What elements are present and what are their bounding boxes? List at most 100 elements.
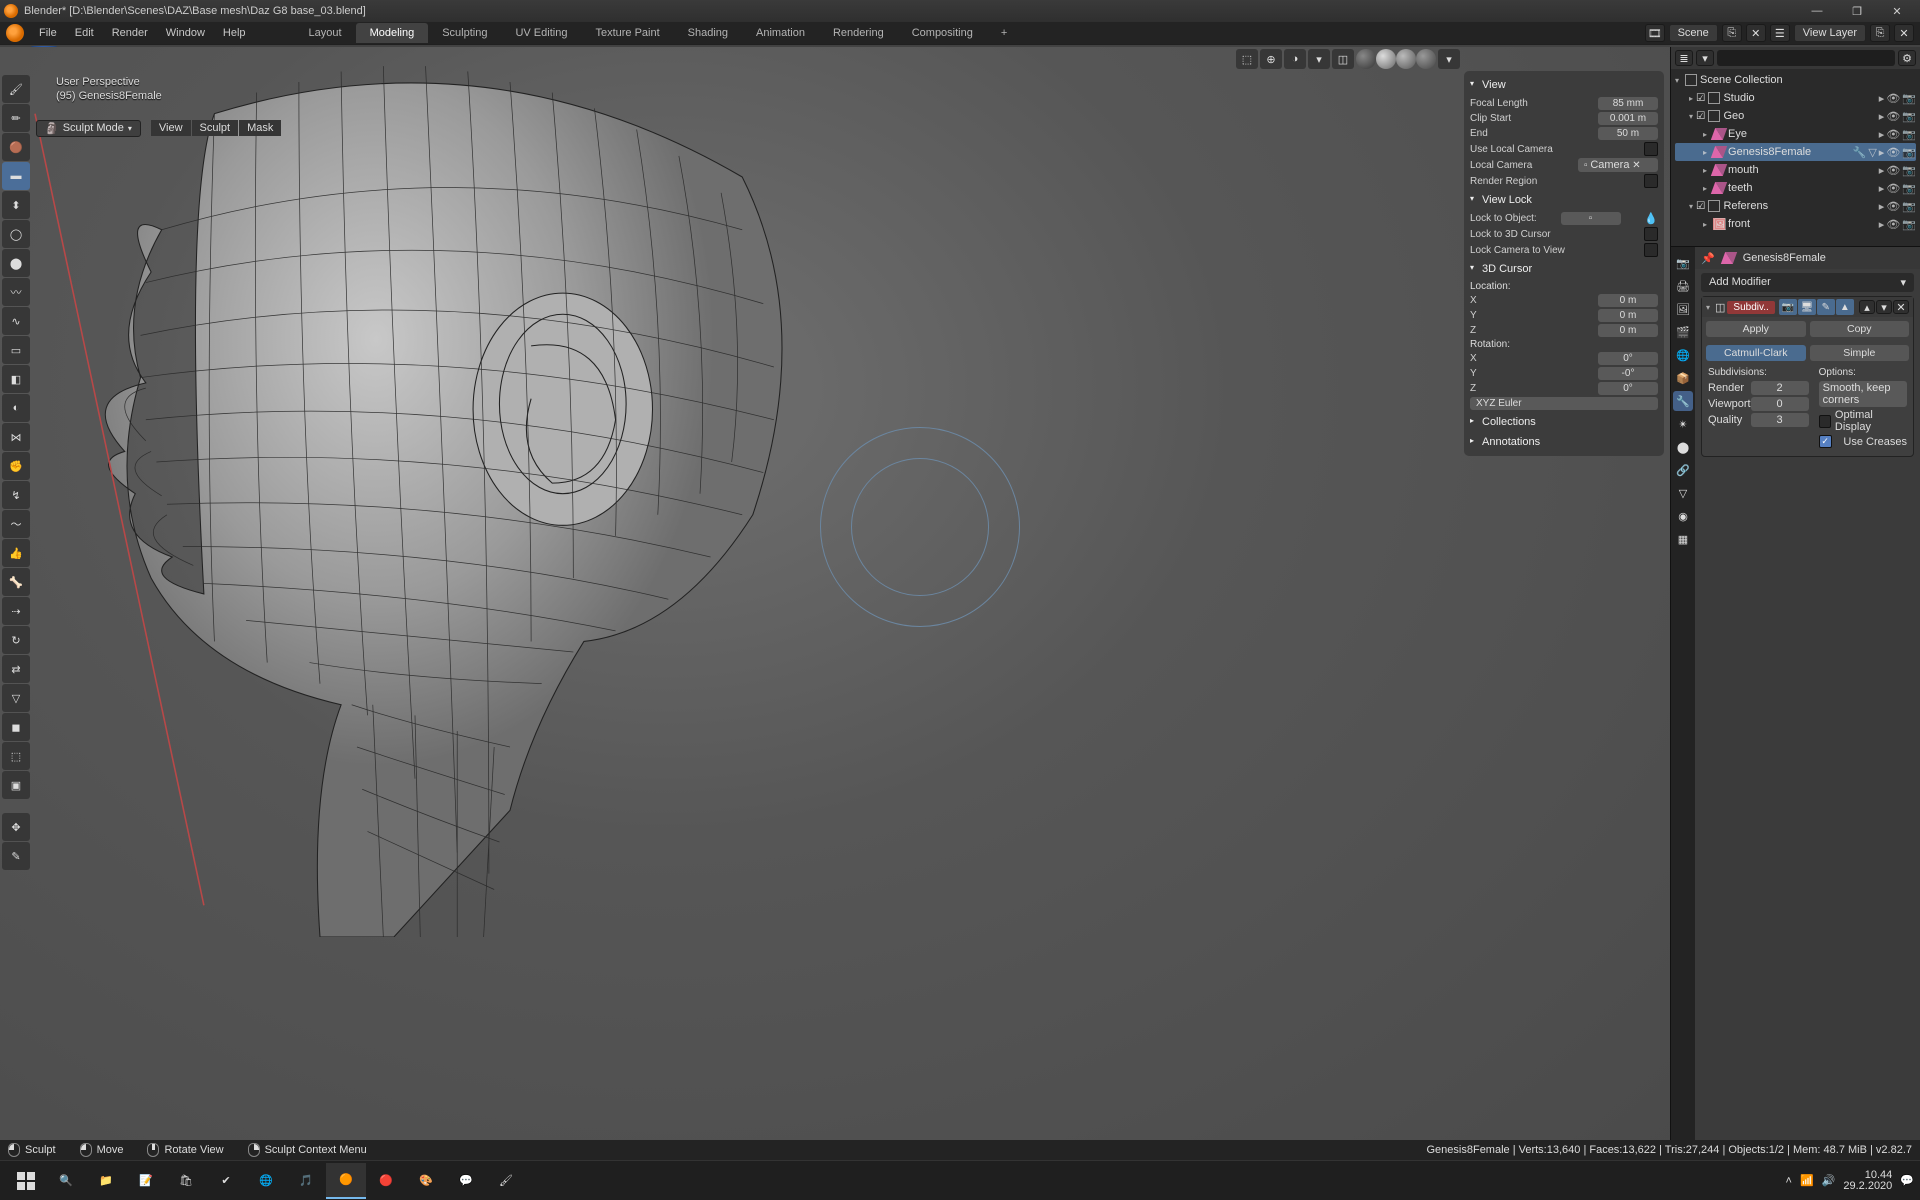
material-tab[interactable]: ◉ [1673, 506, 1693, 526]
pose-tool[interactable]: 🦴 [2, 568, 30, 596]
collections-header[interactable]: Collections [1470, 412, 1658, 432]
outliner[interactable]: ≣ ▾ ⚙ Scene Collection ☑ Studio▸👁📷 ☑ Geo… [1671, 47, 1920, 247]
volume-icon[interactable]: 🔊 [1822, 1174, 1836, 1187]
gizmo-icon[interactable]: ⊕ [1260, 49, 1282, 69]
taskbar[interactable]: 🔍 📁 📝 🛍 ✔ 🌐 🎵 🟠 🔴 🎨 💬 🖌 ˄ 📶 🔊 10.44 29.2… [0, 1160, 1920, 1200]
3d-viewport[interactable]: ⬚ ⊕ ◑ ▾ ◫ ▾ 🗿 Sculpt Mode ▾ View Sculpt [0, 47, 1670, 1180]
overlay-toggle-icon[interactable]: ◑ [1284, 49, 1306, 69]
annotate-tool[interactable]: ✎ [2, 842, 30, 870]
todoist-icon[interactable]: ✔ [206, 1163, 246, 1199]
tree-item[interactable]: ☑ Studio▸👁📷 [1675, 89, 1916, 107]
texture-tab[interactable]: ▦ [1673, 529, 1693, 549]
mask-tool[interactable]: ◼ [2, 713, 30, 741]
app-icon[interactable]: 🔴 [366, 1163, 406, 1199]
tree-item[interactable]: teeth▸👁📷 [1675, 179, 1916, 197]
clay-strips-tool[interactable]: ▬ [2, 162, 30, 190]
add-modifier-dropdown[interactable]: Add Modifier▾ [1701, 273, 1914, 292]
modifier-name-input[interactable]: Subdiv.. [1727, 301, 1774, 314]
mod-expand[interactable] [1706, 301, 1713, 313]
pinch-tool[interactable]: ⋈ [2, 423, 30, 451]
nudge-tool[interactable]: ⇢ [2, 597, 30, 625]
box-mask-tool[interactable]: ⬚ [2, 742, 30, 770]
mask-menu[interactable]: Mask [239, 120, 281, 136]
cursor-rz[interactable]: 0° [1598, 382, 1658, 395]
close-button[interactable]: ✕ [1878, 2, 1916, 20]
object-tab[interactable]: 📦 [1673, 368, 1693, 388]
menu-edit[interactable]: Edit [66, 23, 103, 43]
clock-date[interactable]: 29.2.2020 [1843, 1181, 1892, 1192]
cursor-y[interactable]: 0 m [1598, 309, 1658, 322]
rotate-tool[interactable]: ↻ [2, 626, 30, 654]
blender-task[interactable]: 🟠 [326, 1163, 366, 1199]
blender-logo-icon[interactable] [6, 24, 24, 42]
slide-tool[interactable]: ⇄ [2, 655, 30, 683]
menu-file[interactable]: File [30, 23, 66, 43]
xray-icon[interactable]: ◫ [1332, 49, 1354, 69]
mod-render-vis[interactable]: 📷 [1779, 299, 1797, 315]
cursor-header[interactable]: 3D Cursor [1470, 259, 1658, 279]
mod-movedown[interactable]: ▾ [1876, 300, 1892, 314]
search-icon[interactable]: 🔍 [46, 1163, 86, 1199]
modifier-tab[interactable]: 🔧 [1673, 391, 1693, 411]
tree-item[interactable]: Eye▸👁📷 [1675, 125, 1916, 143]
lockcursor-check[interactable] [1644, 227, 1658, 241]
spotify-icon[interactable]: 🎵 [286, 1163, 326, 1199]
tab-comp[interactable]: Compositing [898, 23, 987, 43]
tab-add[interactable]: + [987, 23, 1021, 43]
grab-tool[interactable]: ✊ [2, 452, 30, 480]
tab-layout[interactable]: Layout [295, 23, 356, 43]
mod-delete[interactable]: ✕ [1893, 300, 1909, 314]
uv-smooth-select[interactable]: Smooth, keep corners [1819, 381, 1907, 407]
rotmode-select[interactable]: XYZ Euler [1470, 397, 1658, 410]
mode-dropdown[interactable]: 🗿 Sculpt Mode ▾ [36, 120, 141, 137]
clay-tool[interactable]: 🟤 [2, 133, 30, 161]
simplify-tool[interactable]: ▽ [2, 684, 30, 712]
flatten-tool[interactable]: ▭ [2, 336, 30, 364]
render-levels[interactable]: 2 [1751, 381, 1809, 395]
draw-tool[interactable]: 🖌 [2, 75, 30, 103]
app-icon[interactable]: 🖌 [486, 1163, 526, 1199]
viewlayer-new-icon[interactable]: ⎘ [1870, 24, 1890, 42]
inflate-tool[interactable]: ◯ [2, 220, 30, 248]
notepad-icon[interactable]: 📝 [126, 1163, 166, 1199]
mod-cage-vis[interactable]: ▲ [1836, 299, 1854, 315]
transform-tool[interactable]: ✥ [2, 813, 30, 841]
physics-tab[interactable]: ⬤ [1673, 437, 1693, 457]
viewlayer-icon[interactable]: ☰ [1770, 24, 1790, 42]
menu-render[interactable]: Render [103, 23, 157, 43]
particles-tab[interactable]: ✴ [1673, 414, 1693, 434]
viewlayer-name[interactable]: View Layer [1794, 24, 1866, 42]
lockobj-select[interactable]: ▫ [1561, 212, 1621, 225]
catmull-button[interactable]: Catmull-Clark [1706, 345, 1806, 361]
overlay-menu-icon[interactable]: ▾ [1308, 49, 1330, 69]
annotations-header[interactable]: Annotations [1470, 432, 1658, 452]
view-menu[interactable]: View [151, 120, 191, 136]
scrape-tool[interactable]: ◐ [2, 394, 30, 422]
chrome-icon[interactable]: 🌐 [246, 1163, 286, 1199]
outliner-type-icon[interactable]: ≣ [1675, 50, 1693, 66]
scene-del-icon[interactable]: ✕ [1746, 24, 1766, 42]
tab-sculpting[interactable]: Sculpting [428, 23, 501, 43]
crease-tool[interactable]: 〰 [2, 278, 30, 306]
cursor-x[interactable]: 0 m [1598, 294, 1658, 307]
focal-input[interactable]: 85 mm [1598, 97, 1658, 110]
viewlock-header[interactable]: View Lock [1470, 190, 1658, 210]
pin-icon[interactable]: 📌 [1701, 252, 1715, 265]
mod-moveup[interactable]: ▴ [1859, 300, 1875, 314]
tab-texpaint[interactable]: Texture Paint [581, 23, 673, 43]
app-icon[interactable]: 🎨 [406, 1163, 446, 1199]
maximize-button[interactable]: ❐ [1838, 2, 1876, 20]
thumb-tool[interactable]: 👍 [2, 539, 30, 567]
select-vis-icon[interactable]: ⬚ [1236, 49, 1258, 69]
shading-modes[interactable] [1356, 49, 1436, 69]
rendered-shading-icon[interactable] [1416, 49, 1436, 69]
viewlayer-del-icon[interactable]: ✕ [1894, 24, 1914, 42]
menu-help[interactable]: Help [214, 23, 255, 43]
viewlayer-tab[interactable]: 🖼 [1673, 299, 1693, 319]
scene-tab[interactable]: 🎬 [1673, 322, 1693, 342]
tree-item[interactable]: 🖼front▸👁📷 [1675, 215, 1916, 233]
cursor-ry[interactable]: -0° [1598, 367, 1658, 380]
use-creases-check[interactable] [1819, 435, 1832, 448]
layer-tool[interactable]: ⬍ [2, 191, 30, 219]
quality-input[interactable]: 3 [1751, 413, 1809, 427]
